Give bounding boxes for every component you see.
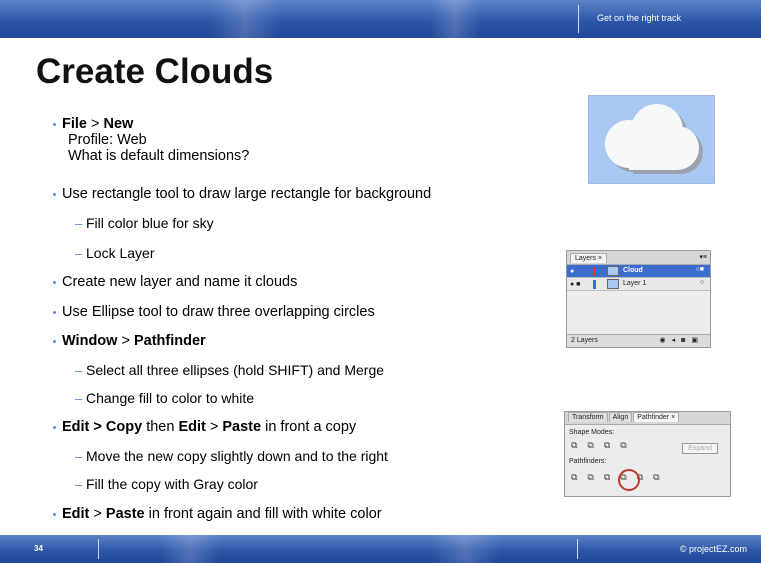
bullet-text: in front a copy [261,419,357,435]
bullet-text-bold: Edit > Copy [62,419,143,435]
footer-divider [98,539,99,559]
bullet-dot [53,340,56,343]
cloud-icon [605,104,703,174]
bullet-dash: – [75,391,83,406]
header-streak [210,0,280,38]
slide-title: Create Clouds [36,52,274,91]
bullet-dot [53,311,56,314]
bullet-text: Change fill to color to white [86,390,255,406]
cloud-illustration [588,95,715,184]
sub-bullet-item: – Select all three ellipses (hold SHIFT)… [75,362,385,379]
footer-streak [160,535,220,563]
shape-mode-icons[interactable]: ⧉⧉⧉⧉ [571,440,637,451]
bullet-text: Lock Layer [86,245,155,261]
layer-color-swatch [593,280,596,289]
bullet-dot [53,123,56,126]
layer-row-layer1[interactable]: ● ■ Layer 1 ○ [567,278,710,291]
bullet-item: Edit > Paste in front again and fill wit… [53,506,382,523]
bullet-text-bold: Window [62,333,118,349]
bullet-text: Fill color blue for sky [86,215,214,231]
tab-pathfinder[interactable]: Pathfinder × [633,412,680,422]
bullet-item: Use rectangle tool to draw large rectang… [53,186,432,203]
bullet-text: in front again and fill with white color [144,506,382,522]
bullet-dash: – [75,477,83,492]
bullet-dot [53,193,56,196]
bullet-dot [53,513,56,516]
layers-footer: 2 Layers ◉◂◙▣ [567,334,710,347]
bullet-text: > [117,333,134,349]
layer-row-cloud[interactable]: ● Cloud ○■ [567,265,710,278]
bullet-continuation: Profile: Web [68,132,147,148]
bullet-dot [53,426,56,429]
layers-panel: Layers × ▾≡ ● Cloud ○■ ● ■ Layer 1 ○ 2 L… [566,250,711,348]
bullet-text: > [205,419,223,435]
bullet-text-bold: Edit [178,419,206,435]
bullet-text-bold: Edit [62,506,90,522]
layers-tab[interactable]: Layers × [570,253,608,263]
bullet-item: Edit > Copy then Edit > Paste in front a… [53,419,357,436]
header-bar: Get on the right track [0,0,761,38]
bullet-text: Fill the copy with Gray color [86,476,258,492]
footer-bar: 34 © projectEZ.com [0,535,761,563]
bullet-text-bold: Paste [105,506,145,522]
target-icon[interactable]: ○■ [696,266,704,273]
footer-divider [577,539,578,559]
header-streak [430,0,480,38]
bullet-text: Create new layer and name it clouds [62,274,298,290]
sub-bullet-item: – Fill color blue for sky [75,215,214,232]
bullet-text: then [142,419,179,435]
expand-button[interactable]: Expand [682,443,718,454]
layers-empty-area [567,291,710,335]
pathfinder-panel: Transform Align Pathfinder × Shape Modes: … [564,411,731,497]
pathfinder-tabbar: Transform Align Pathfinder × [565,412,730,425]
bullet-dash: – [75,449,83,464]
bullet-dash: – [75,216,83,231]
page-number: 34 [34,544,43,553]
header-tagline: Get on the right track [596,13,681,23]
sub-bullet-item: – Change fill to color to white [75,390,255,407]
bullet-text-bold: New [103,116,134,132]
bullet-text-bold: File [62,116,87,132]
bullet-item: Use Ellipse tool to draw three overlappi… [53,304,375,321]
tab-align[interactable]: Align [608,412,633,422]
sub-bullet-item: – Lock Layer [75,245,155,262]
bullet-item: Create new layer and name it clouds [53,274,298,291]
sub-bullet-item: – Fill the copy with Gray color [75,476,258,493]
bullet-text: Use Ellipse tool to draw three overlappi… [62,304,375,320]
layer-thumbnail [607,279,619,289]
target-icon[interactable]: ○ [700,279,704,286]
shape-modes-label: Shape Modes: [569,429,615,436]
bullet-text: > [89,506,106,522]
bullet-text-bold: Paste [222,419,262,435]
layer-color-swatch [593,267,596,276]
bullet-text: Select all three ellipses (hold SHIFT) a… [86,362,385,378]
footer-streak [430,535,500,563]
layer-footer-icons[interactable]: ◉◂◙▣ [660,336,704,344]
bullet-item: Window > Pathfinder [53,333,206,350]
bullet-item: File > New [53,116,134,133]
bullet-dot [53,281,56,284]
panel-menu-icon[interactable]: ▾≡ [699,253,707,261]
layer-count: 2 Layers [571,337,598,344]
bullet-text: Move the new copy slightly down and to t… [86,448,388,464]
bullet-text: > [86,116,104,132]
layer-thumbnail [607,266,619,276]
layers-tabbar: Layers × ▾≡ [567,251,710,265]
bullet-text-bold: Pathfinder [133,333,206,349]
bullet-continuation: What is default dimensions? [68,148,250,164]
eye-icon[interactable]: ● ■ [570,281,580,288]
layer-name[interactable]: Cloud [623,267,643,274]
bullet-text: Use rectangle tool to draw large rectang… [62,186,432,202]
bullet-dash: – [75,246,83,261]
sub-bullet-item: – Move the new copy slightly down and to… [75,448,388,465]
header-divider [578,5,579,33]
tab-transform[interactable]: Transform [568,412,608,422]
copyright-text: © projectEZ.com [679,544,747,554]
merge-highlight-circle [618,469,640,491]
layer-name[interactable]: Layer 1 [623,280,646,287]
bullet-dash: – [75,363,83,378]
eye-icon[interactable]: ● [570,268,574,275]
pathfinders-label: Pathfinders: [569,458,607,465]
